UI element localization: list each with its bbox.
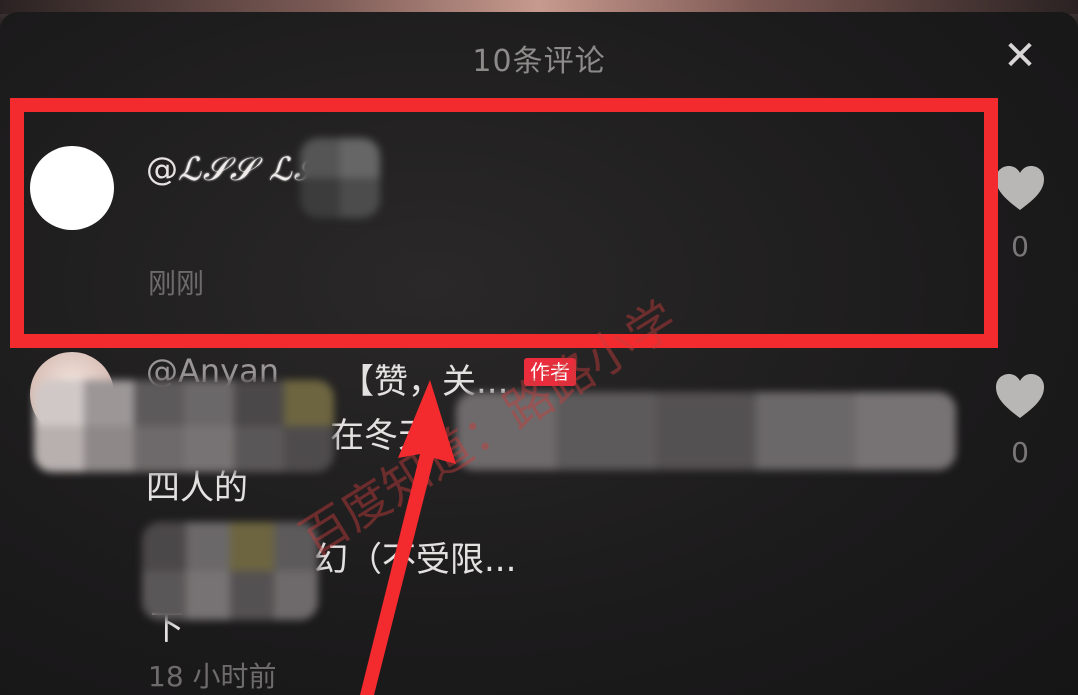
heart-icon[interactable] [994,164,1046,212]
heart-icon[interactable] [994,372,1046,420]
highlight-annotation-box [10,98,998,348]
privacy-mosaic [34,380,334,472]
comment-time: 18 小时前 [148,660,277,693]
privacy-mosaic [142,522,318,620]
comment-count-title: 10条评论 [472,44,606,79]
red-arrow-icon [360,380,456,695]
like-count: 0 [1011,436,1029,469]
screenshot-root: 10条评论 ✕ @ℒ𝒮𝒮 ℒ𝒮𝒮ℰ 刚刚 0 @Anyan 【赞，关... 作者… [0,0,1078,695]
like-count: 0 [1011,230,1029,263]
close-icon[interactable]: ✕ [998,34,1042,78]
